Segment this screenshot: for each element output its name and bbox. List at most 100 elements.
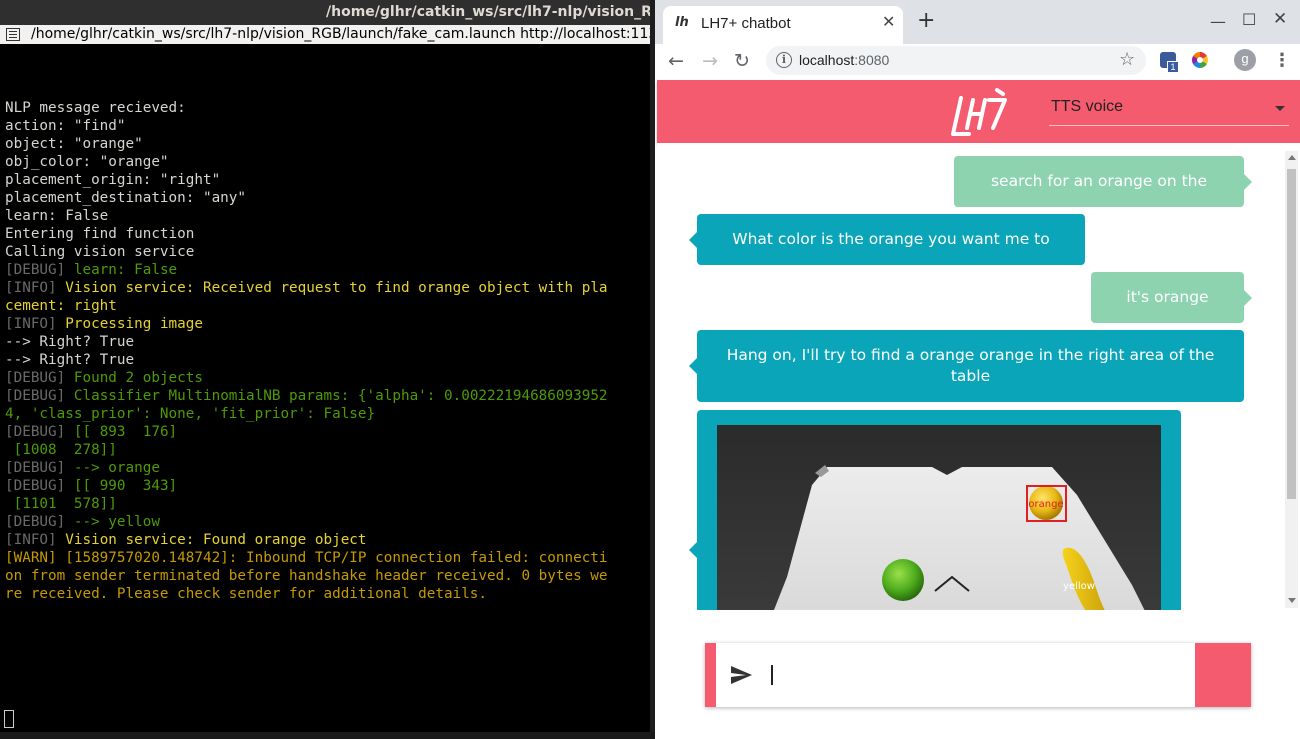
terminal-tab[interactable]: /home/glhr/catkin_ws/src/lh7-nlp/vision_… [0, 25, 655, 44]
terminal-text: Found 2 objects [73, 370, 203, 386]
terminal-text: learn: False [73, 262, 178, 278]
terminal-text: re received. Please check sender for add… [5, 586, 488, 602]
bookmark-star-icon[interactable]: ☆ [1119, 49, 1135, 70]
browser-tab-title: LH7+ chatbot [701, 15, 791, 32]
orange-detection-label: orange [1028, 499, 1063, 510]
terminal-text: [WARN] [1589757020.148742]: Inbound TCP/… [5, 550, 608, 566]
terminal-text: Vision service: Found orange object [65, 532, 367, 548]
scrollbar-thumb[interactable] [1287, 169, 1296, 499]
lh7-favicon-icon: lh [675, 15, 689, 30]
terminal-text: Vision service: Received request to find… [65, 280, 608, 296]
new-tab-button[interactable]: + [917, 10, 935, 32]
message-composer [705, 643, 1251, 707]
terminal-text: cement: right [5, 298, 117, 314]
terminal-line: placement_origin: "right" [5, 171, 650, 189]
terminal-text: Entering find function [5, 226, 195, 242]
terminal-title: /home/glhr/catkin_ws/src/lh7-nlp/vision_… [326, 4, 655, 20]
dropdown-arrow-icon [1275, 106, 1285, 111]
terminal-text: --> orange [73, 460, 160, 476]
window-close-icon[interactable]: ✕ [1273, 9, 1287, 29]
terminal-line: placement_destination: "any" [5, 189, 650, 207]
terminal-text: action: "find" [5, 118, 126, 134]
terminal-text: [DEBUG] [5, 478, 74, 494]
terminal-line: on from sender terminated before handsha… [5, 567, 650, 585]
terminal-text: [DEBUG] [5, 388, 74, 404]
camera-detection-image: orange yellow [717, 425, 1161, 610]
detection-scene: orange yellow [717, 425, 1161, 610]
app-header: TTS voice [657, 80, 1300, 143]
site-info-icon[interactable]: i [776, 52, 792, 68]
terminal-icon [6, 28, 20, 41]
tts-voice-select[interactable]: TTS voice [1049, 88, 1289, 126]
browser-toolbar: ← → ↻ i localhost:8080 ☆ 1 g ⋮ [655, 44, 1300, 80]
terminal-cursor [4, 710, 14, 728]
tab-strip: lh LH7+ chatbot ✕ + — ☐ ✕ [655, 0, 1300, 44]
terminal-line: learn: False [5, 207, 650, 225]
terminal-text: [INFO] [5, 316, 66, 332]
kebab-menu-icon[interactable]: ⋮ [1273, 50, 1291, 71]
close-tab-icon[interactable]: ✕ [882, 12, 895, 31]
yellow-detection-label: yellow [1063, 581, 1095, 592]
terminal-statusbar [0, 732, 655, 739]
extension-icon[interactable]: 1 [1160, 52, 1179, 73]
terminal-line: [DEBUG] Found 2 objects [5, 369, 650, 387]
terminal-text: obj_color: "orange" [5, 154, 169, 170]
chat-scrollbar[interactable] [1285, 151, 1298, 608]
terminal-window: /home/glhr/catkin_ws/src/lh7-nlp/vision_… [0, 0, 655, 739]
terminal-line: 4, 'class_prior': None, 'fit_prior': Fal… [5, 405, 650, 423]
send-icon[interactable] [729, 663, 753, 687]
composer-accent-left [705, 643, 716, 707]
terminal-text: [1101 578]] [5, 496, 117, 512]
terminal-text: on from sender terminated before handsha… [5, 568, 608, 584]
terminal-text: --> Right? True [5, 334, 135, 350]
extension-badge: 1 [1167, 61, 1179, 73]
terminal-text: [DEBUG] [5, 514, 74, 530]
terminal-tab-title: /home/glhr/catkin_ws/src/lh7-nlp/vision_… [31, 26, 655, 42]
terminal-text: [1008 278]] [5, 442, 117, 458]
user-message: it's orange duh [1091, 272, 1252, 357]
terminal-line: [DEBUG] Classifier MultinomialNB params:… [5, 387, 650, 405]
terminal-line: --> Right? True [5, 351, 650, 369]
terminal-text: placement_origin: "right" [5, 172, 221, 188]
terminal-text: --> yellow [73, 514, 160, 530]
terminal-text: [DEBUG] [5, 370, 74, 386]
terminal-line: Calling vision service [5, 243, 650, 261]
terminal-line: [DEBUG] [[ 893 176] [5, 423, 650, 441]
terminal-line: --> Right? True [5, 333, 650, 351]
scroll-down-icon[interactable] [1288, 598, 1296, 603]
url-port: :8080 [854, 52, 890, 68]
back-arrow-icon[interactable]: ← [668, 49, 684, 73]
terminal-text: [DEBUG] [5, 262, 74, 278]
green-apple [882, 559, 924, 601]
terminal-line: [DEBUG] --> orange [5, 459, 650, 477]
terminal-text: Calling vision service [5, 244, 195, 260]
minimize-icon[interactable]: — [1210, 12, 1226, 31]
composer-accent-right[interactable] [1195, 643, 1251, 707]
chat-messages: search for an orange on the right What c… [657, 143, 1300, 610]
profile-avatar[interactable]: g [1234, 49, 1256, 71]
terminal-text: Processing image [65, 316, 203, 332]
terminal-line: obj_color: "orange" [5, 153, 650, 171]
maximize-icon[interactable]: ☐ [1242, 10, 1256, 29]
terminal-line: [1008 278]] [5, 441, 650, 459]
terminal-line: object: "orange" [5, 135, 650, 153]
terminal-line: [1101 578]] [5, 495, 650, 513]
browser-window: lh LH7+ chatbot ✕ + — ☐ ✕ ← → ↻ i localh… [655, 0, 1300, 739]
terminal-line: [INFO] Processing image [5, 315, 650, 333]
browser-tab[interactable]: lh LH7+ chatbot ✕ [663, 6, 903, 44]
address-bar[interactable]: i localhost:8080 ☆ [766, 46, 1146, 75]
terminal-line: [DEBUG] --> yellow [5, 513, 650, 531]
terminal-line: [WARN] [1589757020.148742]: Inbound TCP/… [5, 549, 650, 567]
color-wheel-extension-icon[interactable] [1192, 52, 1208, 68]
lh7-logo [951, 88, 1007, 136]
reload-icon[interactable]: ↻ [734, 49, 750, 73]
address-url: localhost:8080 [799, 52, 889, 68]
forward-arrow-icon[interactable]: → [702, 49, 718, 73]
scroll-up-icon[interactable] [1288, 155, 1296, 160]
terminal-line: [DEBUG] learn: False [5, 261, 650, 279]
terminal-titlebar: /home/glhr/catkin_ws/src/lh7-nlp/vision_… [0, 0, 655, 25]
tts-voice-label: TTS voice [1051, 98, 1124, 115]
message-input[interactable] [767, 653, 1187, 697]
url-host: localhost [799, 52, 855, 68]
terminal-line: action: "find" [5, 117, 650, 135]
